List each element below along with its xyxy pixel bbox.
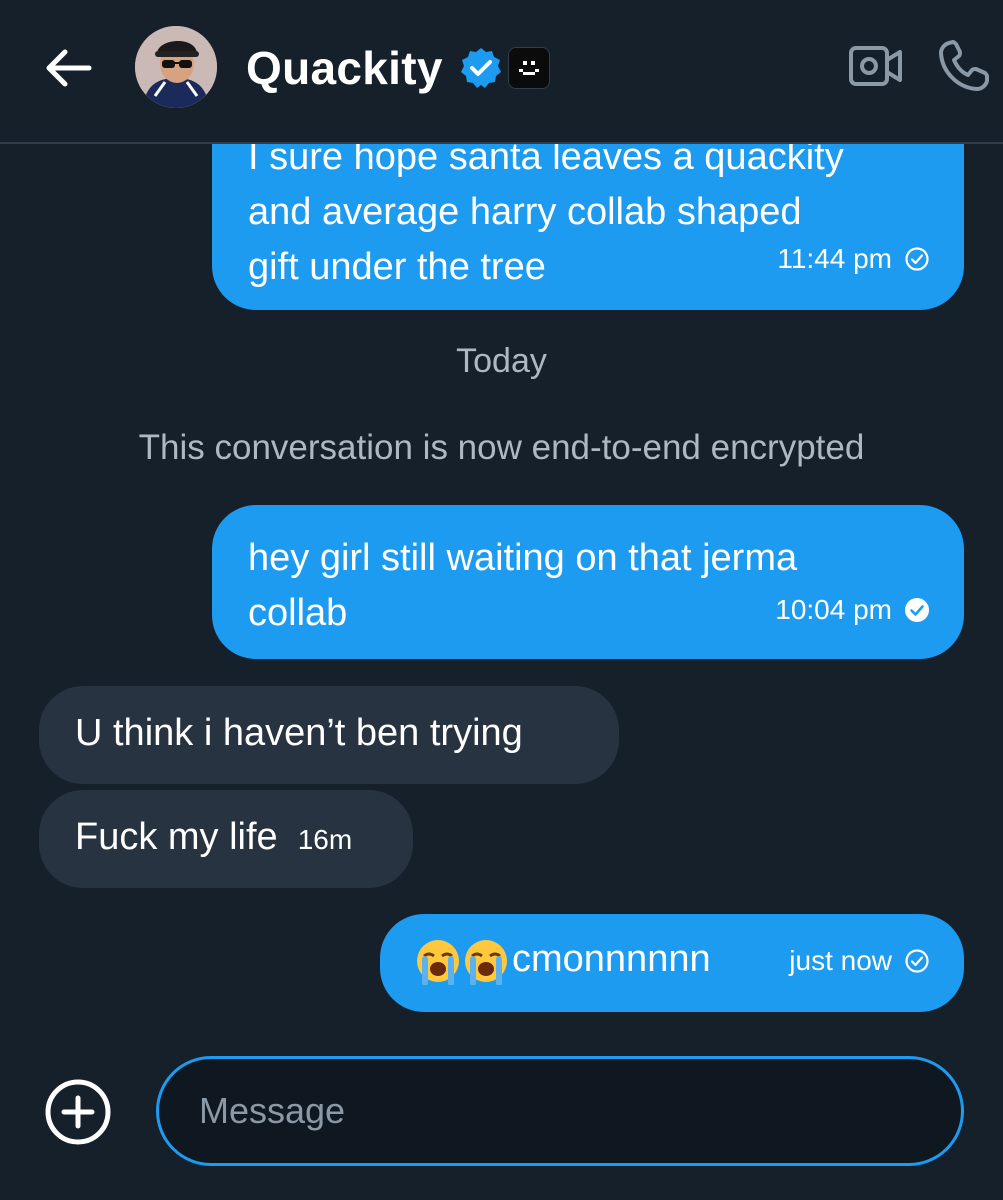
- contact-name[interactable]: Quackity: [246, 38, 443, 98]
- message-timestamp: just now: [789, 945, 892, 976]
- encryption-notice: This conversation is now end-to-end encr…: [138, 428, 865, 467]
- avatar-image: [135, 26, 217, 108]
- message-meta: 10:04 pm: [775, 582, 930, 637]
- plus-circle-icon[interactable]: [44, 1078, 112, 1146]
- loudly-crying-emoji: [414, 937, 510, 985]
- phone-icon[interactable]: [936, 38, 994, 94]
- message-meta: just now: [789, 933, 930, 988]
- arrow-left-icon: [46, 49, 92, 87]
- message-composer[interactable]: [156, 1056, 964, 1166]
- back-button[interactable]: [40, 44, 96, 92]
- check-circle-outline-icon: [905, 246, 929, 271]
- message-text: U think i haven’t ben trying: [75, 712, 523, 754]
- affiliate-badge-icon: [508, 47, 550, 89]
- video-call-icon[interactable]: [846, 40, 904, 92]
- day-separator: Today: [456, 342, 547, 380]
- verified-badge-icon: [461, 48, 501, 88]
- message-bubble-received[interactable]: Fuck my life 16m: [39, 790, 413, 888]
- message-input[interactable]: [197, 1089, 901, 1133]
- message-timestamp: 16m: [297, 824, 353, 855]
- message-bubble-sent[interactable]: hey girl still waiting on that jerma col…: [212, 505, 964, 659]
- check-circle-filled-icon: [905, 597, 929, 622]
- avatar[interactable]: [135, 26, 217, 108]
- message-text-line: hey girl still waiting on that jerma: [248, 537, 798, 579]
- message-bubble-sent[interactable]: cmonnnnnn just now: [380, 914, 964, 1012]
- check-circle-outline-icon: [905, 948, 929, 973]
- message-timestamp: 11:44 pm: [777, 243, 892, 274]
- message-meta: 11:44 pm: [777, 231, 930, 286]
- message-text: Fuck my life: [75, 816, 278, 858]
- message-timestamp: 10:04 pm: [775, 594, 892, 625]
- message-bubble-received[interactable]: U think i haven’t ben trying: [39, 686, 619, 784]
- message-text: cmonnnnnn: [512, 938, 711, 980]
- conversation-header: Quackity: [0, 0, 1003, 144]
